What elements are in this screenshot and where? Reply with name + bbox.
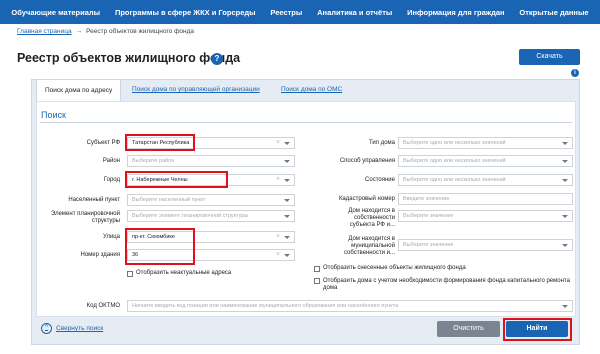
house-type-select[interactable]: Выберите одно или несколько значений [398,137,573,149]
clear-x-icon[interactable]: × [276,250,280,260]
chevron-down-icon[interactable] [284,160,290,163]
chevron-down-icon[interactable] [284,236,290,239]
planning-element-select[interactable]: Выберите элемент планировочной структуры [127,210,295,222]
top-navigation: Обучающие материалы Программы в сфере ЖК… [0,0,600,24]
oktmo-select[interactable]: Начните вводить код позиции или наименов… [127,300,573,312]
subject-highlight-box [125,134,195,151]
show-capital-repair-checkbox[interactable]: Отобразить дома с учетом необходимости ф… [314,278,576,292]
cadastral-number-placeholder: Введите значение [403,196,450,202]
chevron-down-icon[interactable] [284,215,290,218]
show-demolished-checkbox[interactable]: Отобразить снесенные объекты жилищного ф… [314,265,466,272]
cadastral-number-label: Кадастровый номер [338,196,395,202]
collapse-search-label[interactable]: Свернуть поиск [56,325,103,332]
street-label: Улица [102,234,120,240]
search-tabs: Поиск дома по адресу Поиск дома по управ… [31,79,580,101]
subject-ownership-placeholder: Выберите значение [403,213,454,219]
municipal-ownership-placeholder: Выберите значение [403,242,454,248]
nav-item-open-data[interactable]: Открытые данные [519,8,588,17]
help-icon[interactable]: ? [211,53,223,65]
chevron-down-icon[interactable] [562,160,568,163]
address-highlight-box [125,228,195,265]
district-select[interactable]: Выберите район [127,155,295,167]
condition-placeholder: Выберите одно или несколько значений [403,177,506,183]
nav-item-programs[interactable]: Программы в сфере ЖКХ и Горсреды [115,8,256,17]
locality-select[interactable]: Выберите населенный пункт [127,194,295,206]
nav-item-analytics[interactable]: Аналитика и отчёты [317,8,392,17]
page-title: Реестр объектов жилищного фонда [17,51,241,65]
subject-ownership-label: Дом находится в собственности субъекта Р… [348,208,395,228]
section-divider [40,122,572,123]
nav-item-citizens[interactable]: Информация для граждан [407,8,504,17]
locality-placeholder: Выберите населенный пункт [132,197,206,203]
building-number-label: Номер здания [80,252,120,258]
checkbox-box[interactable] [314,278,320,284]
show-irrelevant-addresses-checkbox[interactable]: Отобразить неактуальные адреса [127,270,231,277]
municipal-ownership-select[interactable]: Выберите значение [398,239,573,251]
download-button[interactable]: Скачать [519,49,580,65]
search-section-title: Поиск [41,110,66,120]
chevron-down-icon[interactable] [562,215,568,218]
find-highlight-box [503,318,572,341]
collapse-search-link[interactable]: ^ Свернуть поиск [41,323,103,334]
chevron-down-icon[interactable] [284,254,290,257]
management-method-select[interactable]: Выберите одно или несколько значений [398,155,573,167]
district-label: Район [102,158,120,164]
show-irrelevant-addresses-label: Отобразить неактуальные адреса [136,270,232,276]
tab-search-by-management-org[interactable]: Поиск дома по управляющей организации [124,79,268,101]
management-method-placeholder: Выберите одно или несколько значений [403,158,506,164]
show-demolished-label: Отобразить снесенные объекты жилищного ф… [323,265,466,271]
breadcrumb-home-link[interactable]: Главная страница [17,28,72,35]
chevron-down-icon[interactable] [284,199,290,202]
chevron-down-icon[interactable] [562,244,568,247]
oktmo-label: Код ОКТМО [86,303,120,309]
city-highlight-box [125,171,228,188]
tab-search-by-oms[interactable]: Поиск дома по ОМС [273,79,350,101]
subject-ownership-select[interactable]: Выберите значение [398,210,573,222]
chevron-up-circle-icon[interactable]: ^ [41,323,52,334]
planning-element-label: Элемент планировочной структуры [50,211,120,224]
condition-select[interactable]: Выберите одно или несколько значений [398,174,573,186]
locality-label: Населенный пункт [68,197,120,203]
checkbox-box[interactable] [314,265,320,272]
house-type-label: Тип дома [369,140,395,146]
oktmo-placeholder: Начните вводить код позиции или наименов… [132,303,399,309]
clear-x-icon[interactable]: × [276,232,280,242]
checkbox-box[interactable] [127,270,133,277]
district-placeholder: Выберите район [132,158,175,164]
breadcrumb-current: Реестр объектов жилищного фонда [86,28,195,35]
subject-label: Субъект РФ [86,140,120,146]
tab-search-by-address[interactable]: Поиск дома по адресу [36,79,122,101]
breadcrumb-separator: → [75,28,83,35]
nav-item-registries[interactable]: Реестры [270,8,302,17]
condition-label: Состояние [365,177,395,183]
chevron-down-icon[interactable] [562,179,568,182]
clear-button[interactable]: Очистить [437,321,500,337]
municipal-ownership-label: Дом находится в муниципальной собственно… [343,236,395,256]
clear-x-icon[interactable]: × [276,138,280,148]
chevron-down-icon[interactable] [562,305,568,308]
info-icon[interactable]: i [571,69,579,77]
nav-item-training[interactable]: Обучающие материалы [11,8,100,17]
house-type-placeholder: Выберите одно или несколько значений [403,140,506,146]
city-label: Город [103,177,120,183]
breadcrumb: Главная страница → Реестр объектов жилищ… [17,28,194,35]
clear-x-icon[interactable]: × [276,175,280,185]
chevron-down-icon[interactable] [562,142,568,145]
cadastral-number-input[interactable]: Введите значение [398,193,573,205]
chevron-down-icon[interactable] [284,179,290,182]
show-capital-repair-label: Отобразить дома с учетом необходимости ф… [323,278,570,291]
management-method-label: Способ управления [339,158,395,164]
chevron-down-icon[interactable] [284,142,290,145]
planning-element-placeholder: Выберите элемент планировочной структуры [132,213,249,219]
